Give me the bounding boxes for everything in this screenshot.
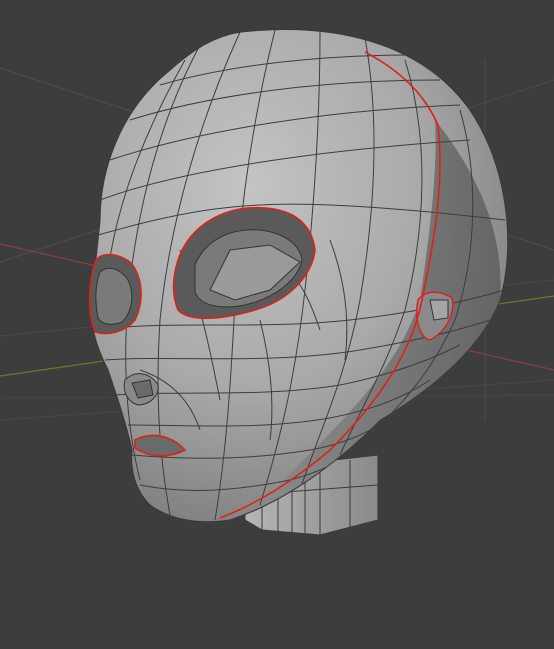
right-eye-socket[interactable] — [89, 253, 142, 335]
3d-viewport[interactable] — [0, 0, 554, 649]
viewport-canvas[interactable] — [0, 0, 554, 649]
head-mesh[interactable] — [89, 28, 509, 523]
